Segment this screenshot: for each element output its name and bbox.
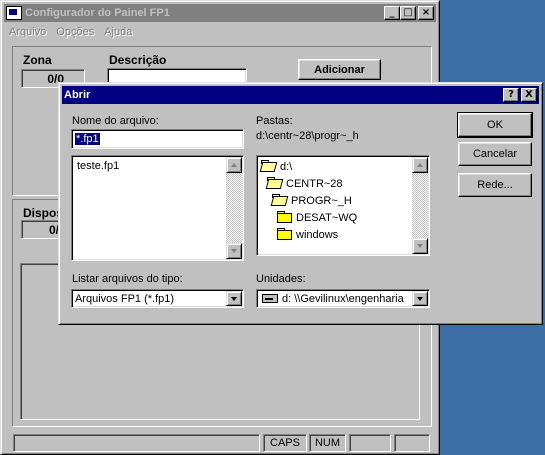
- folder-item[interactable]: CENTR~28: [267, 177, 343, 190]
- scroll-up-button[interactable]: [226, 157, 242, 173]
- network-drive-icon: [262, 294, 278, 303]
- main-title: Configurador do Painel FP1: [25, 7, 170, 19]
- status-message: [13, 434, 260, 452]
- file-list-scrollbar[interactable]: [226, 157, 242, 259]
- app-icon: [6, 6, 22, 20]
- open-folder-icon: [272, 194, 287, 205]
- filetype-label: Listar arquivos do tipo:: [72, 273, 183, 285]
- zona-label: Zona: [23, 53, 52, 67]
- folder-tree-scrollbar[interactable]: [412, 157, 428, 254]
- open-folder-icon: [267, 177, 282, 188]
- menu-ajuda[interactable]: Ajuda: [99, 23, 137, 41]
- status-scrl: [349, 434, 391, 452]
- help-button[interactable]: ?: [503, 88, 519, 102]
- folder-item[interactable]: PROGR~_H: [272, 194, 352, 207]
- folder-item[interactable]: DESAT~WQ: [277, 211, 357, 224]
- filename-input[interactable]: *.fp1: [71, 129, 244, 149]
- dialog-close-button[interactable]: X: [521, 88, 537, 102]
- scroll-down-button[interactable]: [412, 238, 428, 254]
- folder-tree[interactable]: d:\ CENTR~28 PROGR~_H DESAT~WQ windows: [256, 155, 430, 256]
- menu-arquivo[interactable]: Arquivo: [4, 23, 51, 41]
- chevron-down-icon[interactable]: [412, 291, 428, 306]
- open-dialog: Abrir ? X Nome do arquivo: *.fp1 teste.f…: [58, 82, 543, 325]
- filename-value: *.fp1: [75, 133, 100, 145]
- current-path: d:\centr~28\progr~_h: [256, 130, 359, 142]
- file-list[interactable]: teste.fp1: [71, 155, 244, 261]
- menu-bar: Arquivo Opções Ajuda: [4, 23, 137, 41]
- main-titlebar[interactable]: Configurador do Painel FP1 _ □ ×: [4, 4, 436, 22]
- drive-value: d: \\Gevilinux\engenharia: [282, 293, 404, 305]
- folder-item[interactable]: windows: [277, 228, 338, 241]
- filetype-value: Arquivos FP1 (*.fp1): [75, 293, 175, 305]
- open-folder-icon: [261, 160, 276, 171]
- file-item[interactable]: teste.fp1: [77, 160, 119, 172]
- filetype-select[interactable]: Arquivos FP1 (*.fp1): [71, 289, 244, 308]
- status-num: NUM: [309, 434, 346, 452]
- descricao-label: Descrição: [109, 53, 167, 67]
- folder-icon: [277, 211, 292, 223]
- scroll-down-button[interactable]: [226, 243, 242, 259]
- cancel-button[interactable]: Cancelar: [458, 142, 532, 166]
- network-button[interactable]: Rede...: [458, 173, 532, 197]
- close-button[interactable]: ×: [418, 6, 434, 20]
- drive-select[interactable]: d: \\Gevilinux\engenharia: [256, 289, 430, 308]
- dialog-titlebar[interactable]: Abrir ? X: [62, 86, 539, 104]
- status-extra: [394, 434, 430, 452]
- filename-label: Nome do arquivo:: [72, 115, 159, 127]
- minimize-button[interactable]: _: [384, 6, 400, 20]
- folders-label: Pastas:: [256, 115, 293, 127]
- drives-label: Unidades:: [256, 273, 306, 285]
- chevron-down-icon[interactable]: [226, 291, 242, 306]
- dispositivo-label: Dispos: [23, 206, 64, 220]
- folder-item[interactable]: d:\: [261, 160, 292, 173]
- scroll-up-button[interactable]: [412, 157, 428, 173]
- dialog-title: Abrir: [64, 89, 91, 101]
- maximize-button[interactable]: □: [400, 6, 416, 20]
- folder-icon: [277, 228, 292, 240]
- status-caps: CAPS: [263, 434, 307, 452]
- menu-opcoes[interactable]: Opções: [51, 23, 99, 41]
- adicionar-button[interactable]: Adicionar: [298, 59, 381, 80]
- ok-button[interactable]: OK: [457, 112, 533, 138]
